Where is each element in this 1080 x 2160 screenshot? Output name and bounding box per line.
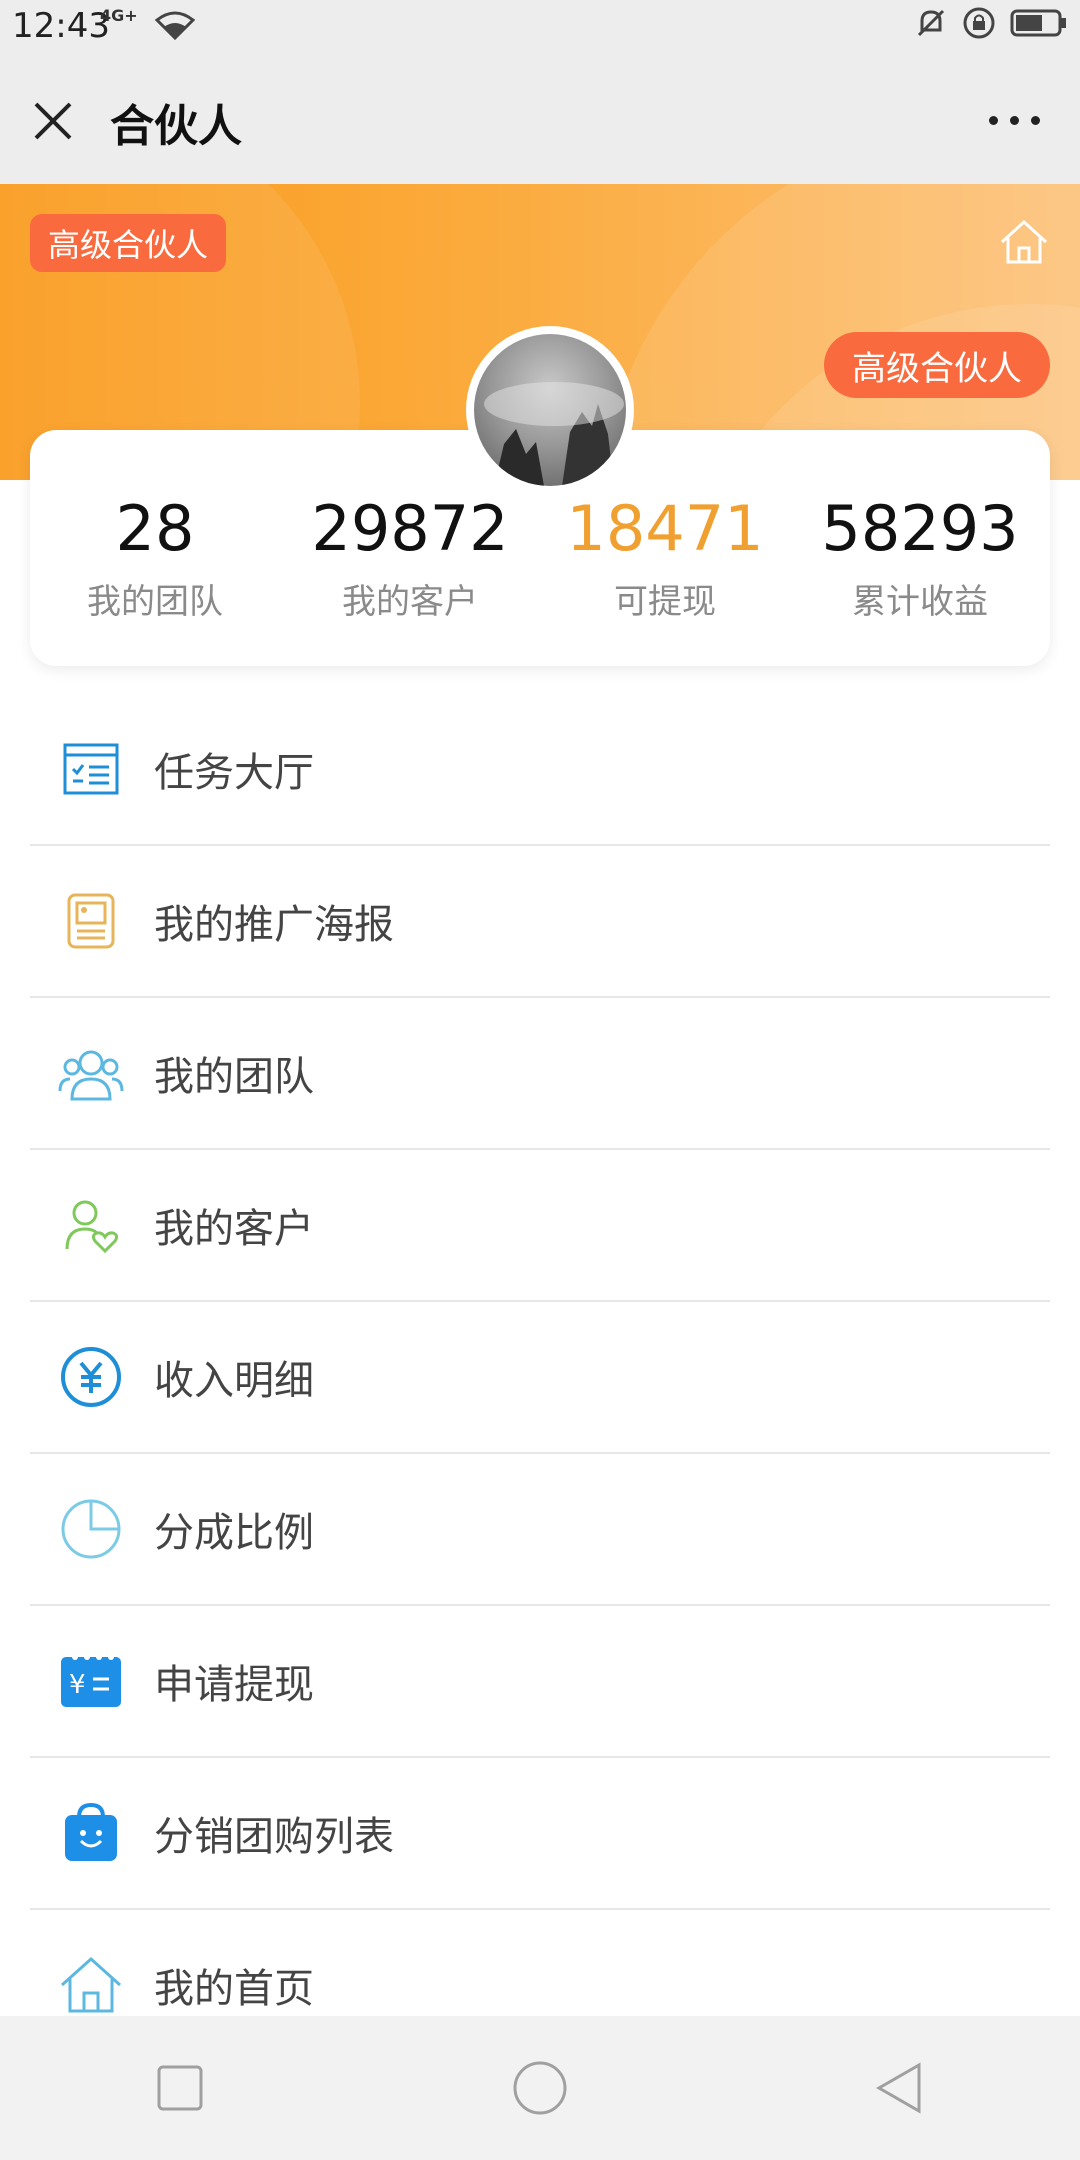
page-title: 合伙人 <box>110 101 242 152</box>
stat-label: 我的客户 <box>342 582 478 622</box>
yuan-icon <box>58 1344 124 1410</box>
menu-label: 收入明细 <box>154 1358 314 1404</box>
home-icon[interactable] <box>996 214 1052 270</box>
home-button[interactable] <box>495 2043 585 2133</box>
recents-button[interactable] <box>135 2043 225 2133</box>
stat-team[interactable]: 28 我的团队 <box>45 498 265 623</box>
stat-value: 58293 <box>821 492 1019 565</box>
pie-chart-icon <box>58 1496 124 1562</box>
wifi-icon <box>154 11 196 40</box>
menu-label: 任务大厅 <box>154 750 314 796</box>
stat-value: 29872 <box>311 492 509 565</box>
system-nav-bar <box>0 2016 1080 2160</box>
mute-bell-icon <box>917 9 945 37</box>
stat-customers[interactable]: 29872 我的客户 <box>300 498 520 623</box>
level-badge: 高级合伙人 <box>30 214 227 272</box>
more-dot <box>1031 116 1040 125</box>
menu-item-group-buy-list[interactable]: 分销团购列表 <box>30 1758 1050 1910</box>
menu-item-income-details[interactable]: 收入明细 <box>30 1302 1050 1454</box>
menu-label: 我的推广海报 <box>154 902 394 948</box>
stat-label: 累计收益 <box>852 582 988 622</box>
avatar[interactable] <box>466 326 634 494</box>
menu-item-my-customers[interactable]: 我的客户 <box>30 1150 1050 1302</box>
more-options-button[interactable] <box>989 116 1040 125</box>
partner-level-tag[interactable]: 高级合伙人 <box>824 332 1050 398</box>
withdraw-icon: ¥ <box>58 1648 124 1714</box>
menu-label: 我的首页 <box>154 1966 314 2012</box>
stat-value: 28 <box>115 492 195 565</box>
poster-icon <box>58 888 124 954</box>
stat-label: 可提现 <box>614 582 716 622</box>
status-bar: 12:43 4G+ <box>0 0 1080 56</box>
triangle-back-icon <box>875 2062 921 2114</box>
nav-bar: 合伙人 <box>0 56 1080 184</box>
menu-item-commission-ratio[interactable]: 分成比例 <box>30 1454 1050 1606</box>
circle-icon <box>513 2061 567 2115</box>
menu-label: 申请提现 <box>154 1662 314 1708</box>
menu-label: 分成比例 <box>154 1510 314 1556</box>
menu-label: 我的客户 <box>154 1206 314 1252</box>
menu-item-promo-poster[interactable]: 我的推广海报 <box>30 846 1050 998</box>
menu-label: 我的团队 <box>154 1054 314 1100</box>
task-list-icon <box>58 736 124 802</box>
customer-icon <box>58 1192 124 1258</box>
network-type: 4G+ <box>100 6 138 25</box>
stat-label: 我的团队 <box>87 582 223 622</box>
stat-withdrawable[interactable]: 18471 可提现 <box>555 498 775 623</box>
menu-list: 任务大厅 我的推广海报 我的团队 我的客户 收入明细 分成比例 ¥ 申请提现 分… <box>30 694 1050 2060</box>
back-button[interactable] <box>855 2043 945 2133</box>
home-icon <box>58 1952 124 2018</box>
menu-item-my-team[interactable]: 我的团队 <box>30 998 1050 1150</box>
battery-icon <box>1010 9 1066 37</box>
stat-total-earnings[interactable]: 58293 累计收益 <box>810 498 1030 623</box>
status-time: 12:43 <box>12 6 110 46</box>
team-icon <box>58 1040 124 1106</box>
svg-text:¥: ¥ <box>69 1670 86 1700</box>
shopping-bag-icon <box>58 1800 124 1866</box>
menu-label: 分销团购列表 <box>154 1814 394 1860</box>
menu-item-apply-withdraw[interactable]: ¥ 申请提现 <box>30 1606 1050 1758</box>
close-icon[interactable] <box>28 96 78 146</box>
lock-rotation-icon <box>963 7 995 39</box>
avatar-image <box>474 334 626 486</box>
menu-item-task-hall[interactable]: 任务大厅 <box>30 694 1050 846</box>
more-dot <box>989 116 998 125</box>
more-dot <box>1010 116 1019 125</box>
stat-value: 18471 <box>566 492 764 565</box>
square-icon <box>157 2065 203 2111</box>
